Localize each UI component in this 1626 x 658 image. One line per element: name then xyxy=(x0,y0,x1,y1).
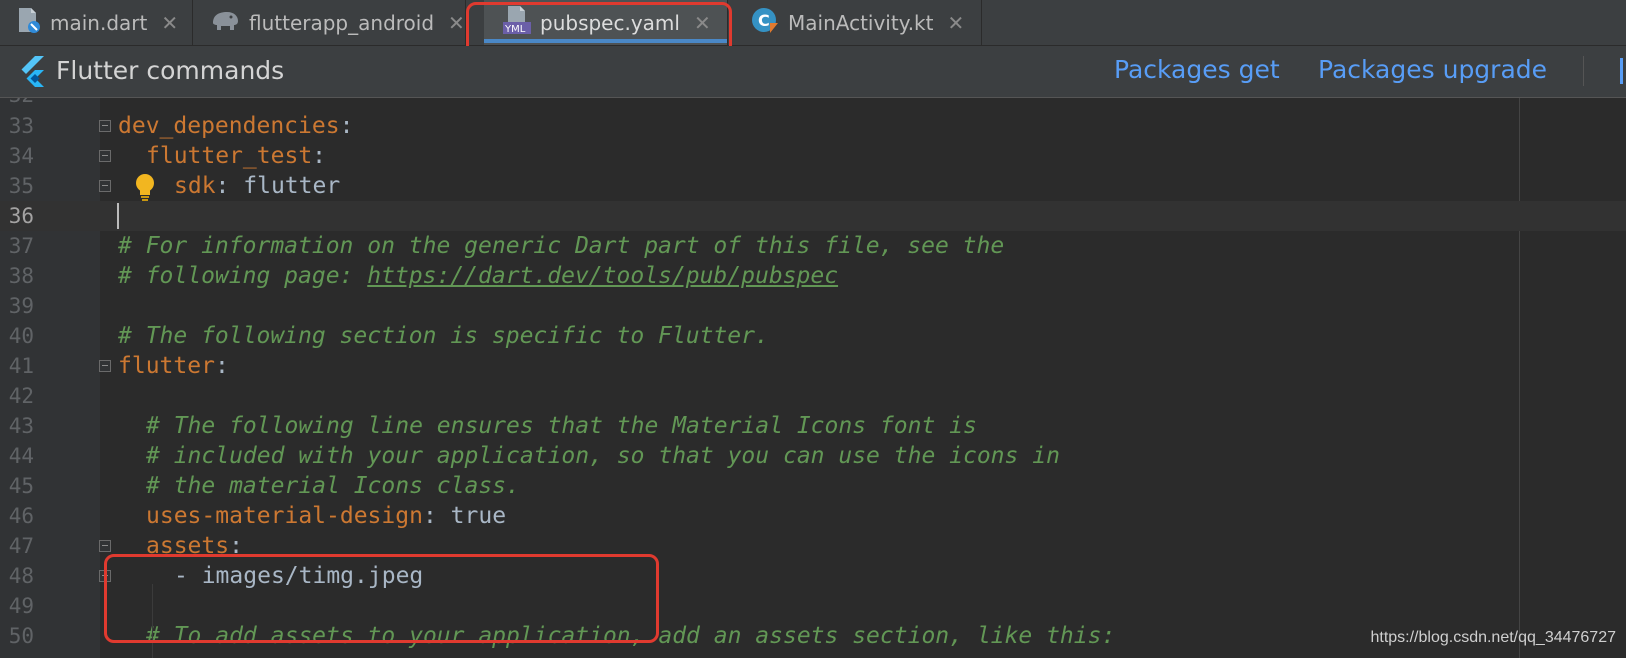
fold-marker-icon[interactable] xyxy=(99,180,111,192)
code-editor[interactable]: 32 33 dev_dependencies: 34 flutter_test:… xyxy=(0,98,1626,658)
packages-upgrade-link[interactable]: Packages upgrade xyxy=(1318,55,1547,84)
code-line: 45 # the material Icons class. xyxy=(0,471,1626,501)
tab-label: main.dart xyxy=(50,10,148,35)
gradle-elephant-icon xyxy=(209,7,241,38)
yaml-value: flutter xyxy=(229,173,341,199)
yaml-colon: : xyxy=(214,353,229,379)
code-line: 37 # For information on the generic Dart… xyxy=(0,231,1626,261)
line-number: 40 xyxy=(8,324,34,348)
close-icon[interactable]: ✕ xyxy=(947,11,964,35)
fold-marker-icon[interactable] xyxy=(99,360,111,372)
close-icon[interactable]: ✕ xyxy=(448,11,465,35)
code-line: 46 uses-material-design: true xyxy=(0,501,1626,531)
close-icon[interactable]: ✕ xyxy=(161,11,178,35)
code-line: 40 # The following section is specific t… xyxy=(0,321,1626,351)
yaml-comment: # The following line ensures that the Ma… xyxy=(146,413,977,439)
assets-section-highlight xyxy=(104,554,659,643)
line-number: 44 xyxy=(8,444,34,468)
code-line: 35 sdk: flutter xyxy=(0,171,1626,201)
yaml-comment: # included with your application, so tha… xyxy=(146,443,1060,469)
line-number: 34 xyxy=(8,144,34,168)
flutter-commands-bar: Flutter commands Packages get Packages u… xyxy=(0,46,1626,98)
current-code-line: 36 xyxy=(0,201,1626,231)
yaml-comment: # following page: xyxy=(118,263,368,289)
yaml-value: true xyxy=(436,503,507,529)
tab-mainactivity-kt[interactable]: C MainActivity.kt ✕ xyxy=(746,0,982,45)
yaml-key: flutter_test xyxy=(146,143,313,169)
code-line: 32 xyxy=(0,98,1626,110)
yaml-comment: # the material Icons class. xyxy=(146,473,520,499)
dart-file-icon xyxy=(16,6,42,39)
packages-get-link[interactable]: Packages get xyxy=(1114,55,1280,84)
toolbar-divider xyxy=(1583,56,1584,86)
watermark: https://blog.csdn.net/qq_34476727 xyxy=(1370,629,1616,646)
tab-main-dart[interactable]: main.dart ✕ xyxy=(0,0,193,45)
svg-text:C: C xyxy=(758,11,770,30)
code-line: 38 # following page: https://dart.dev/to… xyxy=(0,261,1626,291)
yaml-key: flutter xyxy=(118,353,215,379)
pubspec-docs-link[interactable]: https://dart.dev/tools/pub/pubspec xyxy=(367,263,838,289)
yaml-comment: # The following section is specific to F… xyxy=(118,323,769,349)
line-number: 48 xyxy=(8,564,34,588)
text-caret xyxy=(117,203,119,229)
code-line: 44 # included with your application, so … xyxy=(0,441,1626,471)
line-number: 32 xyxy=(0,98,34,110)
yaml-key: dev_dependencies xyxy=(118,113,340,139)
code-line: 39 xyxy=(0,291,1626,321)
tab-flutterapp-android[interactable]: flutterapp_android ✕ xyxy=(193,0,466,45)
flutter-commands-title: Flutter commands xyxy=(56,56,285,85)
yaml-colon: : xyxy=(215,173,230,199)
editor-tab-bar: main.dart ✕ flutterapp_android ✕ YML pub… xyxy=(0,0,1626,46)
code-line: 43 # The following line ensures that the… xyxy=(0,411,1626,441)
line-number: 49 xyxy=(8,594,34,618)
line-number: 36 xyxy=(8,204,34,228)
line-number: 33 xyxy=(8,114,34,138)
code-line: 42 xyxy=(0,381,1626,411)
yaml-colon: : xyxy=(312,143,327,169)
truncated-link-edge xyxy=(1620,58,1623,84)
fold-marker-icon[interactable] xyxy=(99,120,111,132)
yaml-colon: : xyxy=(422,503,437,529)
code-line: 33 dev_dependencies: xyxy=(0,111,1626,141)
yaml-key: sdk xyxy=(174,173,216,199)
flutter-icon xyxy=(18,55,46,91)
line-number: 35 xyxy=(8,174,34,198)
line-number: 39 xyxy=(8,294,34,318)
line-number: 38 xyxy=(8,264,34,288)
line-number: 46 xyxy=(8,504,34,528)
line-number: 42 xyxy=(8,384,34,408)
tab-label: flutterapp_android xyxy=(249,10,435,35)
yaml-colon: : xyxy=(339,113,354,139)
tab-label: MainActivity.kt xyxy=(788,10,934,35)
line-number: 41 xyxy=(8,354,34,378)
line-number: 45 xyxy=(8,474,34,498)
line-number: 43 xyxy=(8,414,34,438)
fold-marker-icon[interactable] xyxy=(99,540,111,552)
code-line: 34 flutter_test: xyxy=(0,141,1626,171)
kotlin-class-icon: C xyxy=(750,5,780,40)
line-number: 37 xyxy=(8,234,34,258)
line-number: 47 xyxy=(8,534,34,558)
yaml-key: uses-material-design xyxy=(146,503,423,529)
fold-marker-icon[interactable] xyxy=(99,150,111,162)
yaml-comment: # For information on the generic Dart pa… xyxy=(118,233,1005,259)
code-line: 41 flutter: xyxy=(0,351,1626,381)
line-number: 50 xyxy=(8,624,34,648)
